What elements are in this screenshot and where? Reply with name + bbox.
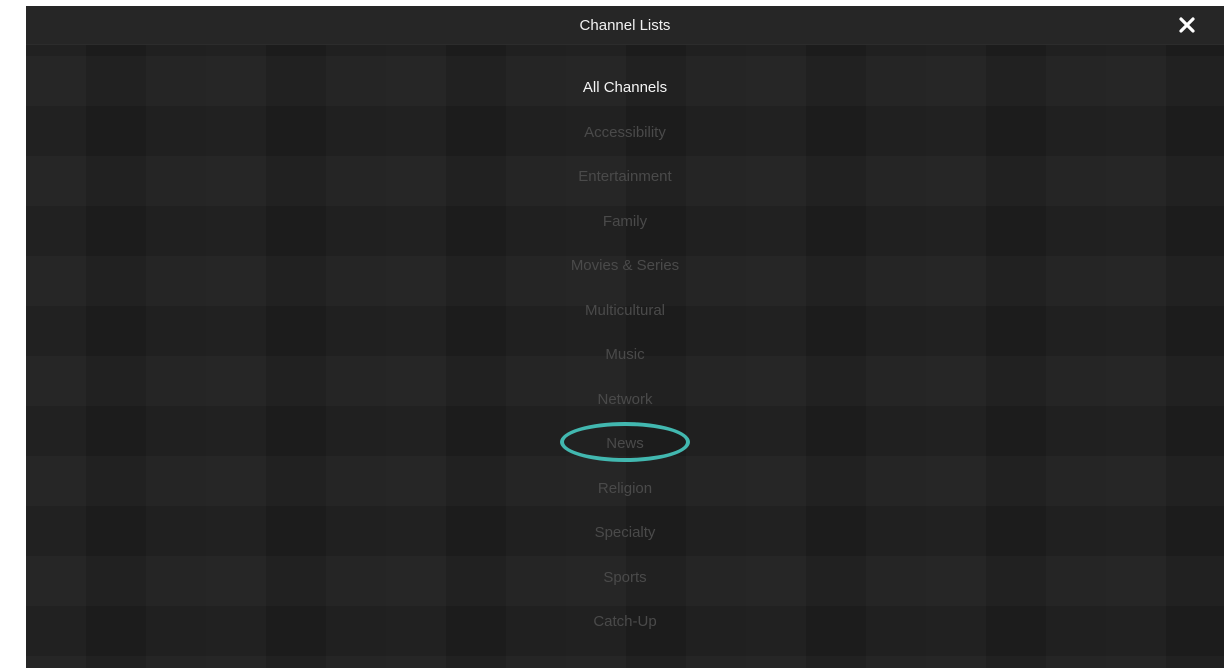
menu-item-movies-series[interactable]: Movies & Series (26, 244, 1224, 289)
page-title: Channel Lists (579, 17, 671, 34)
menu-item-all-channels[interactable]: All Channels (26, 66, 1224, 111)
menu-item-network[interactable]: Network (26, 378, 1224, 423)
menu-item-accessibility[interactable]: Accessibility (26, 111, 1224, 156)
close-button[interactable] (1176, 14, 1198, 36)
channel-list-menu: All Channels Accessibility Entertainment… (26, 66, 1224, 645)
channel-lists-screen: Channel Lists All Channels Accessibility… (26, 6, 1224, 668)
header-bar: Channel Lists (26, 6, 1224, 45)
close-icon (1176, 14, 1198, 36)
menu-item-entertainment[interactable]: Entertainment (26, 155, 1224, 200)
menu-item-specialty[interactable]: Specialty (26, 511, 1224, 556)
menu-item-music[interactable]: Music (26, 333, 1224, 378)
menu-item-catch-up[interactable]: Catch-Up (26, 600, 1224, 645)
menu-item-multicultural[interactable]: Multicultural (26, 289, 1224, 334)
menu-item-news[interactable]: News (26, 422, 1224, 467)
menu-item-family[interactable]: Family (26, 200, 1224, 245)
menu-item-religion[interactable]: Religion (26, 467, 1224, 512)
menu-item-sports[interactable]: Sports (26, 556, 1224, 601)
